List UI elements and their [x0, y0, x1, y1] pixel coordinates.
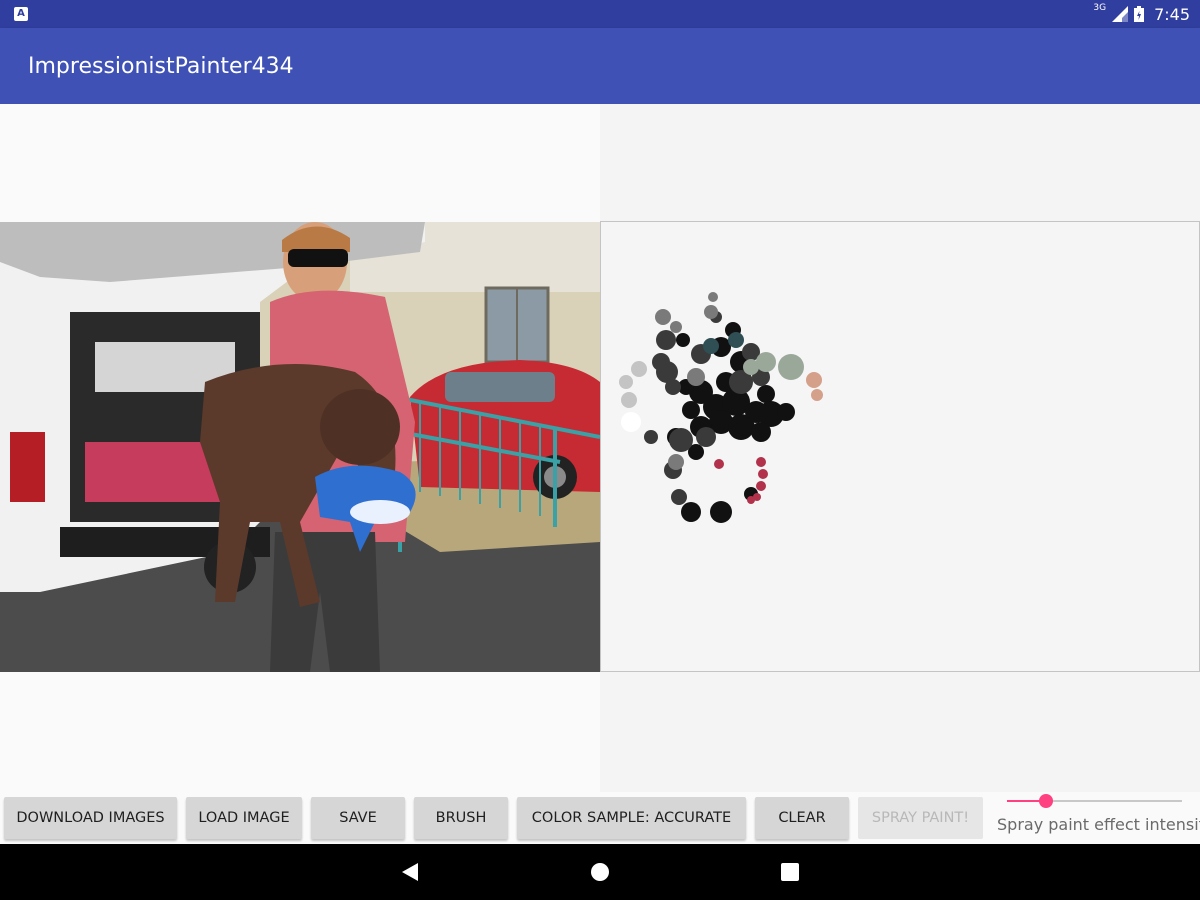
back-icon[interactable] [402, 863, 418, 881]
app-bar: ImpressionistPainter434 [0, 28, 1200, 104]
color-sample-button[interactable]: COLOR SAMPLE: ACCURATE [517, 797, 746, 839]
signal-icon [1112, 6, 1129, 22]
status-bar: A 3G 7:45 [0, 0, 1200, 28]
source-photo[interactable] [0, 222, 600, 672]
load-image-button[interactable]: LOAD IMAGE [186, 797, 302, 839]
spray-paint-button[interactable]: SPRAY PAINT! [858, 797, 983, 839]
network-type: 3G [1093, 3, 1107, 13]
recents-icon[interactable] [781, 863, 799, 881]
navigation-bar [0, 844, 1200, 900]
clear-button[interactable]: CLEAR [755, 797, 849, 839]
battery-icon [1134, 6, 1145, 22]
download-images-button[interactable]: DOWNLOAD IMAGES [4, 797, 177, 839]
app-title: ImpressionistPainter434 [28, 54, 294, 79]
save-button[interactable]: SAVE [311, 797, 405, 839]
source-pane [0, 104, 600, 792]
painting-pane [600, 104, 1200, 792]
brush-button[interactable]: BRUSH [414, 797, 508, 839]
slider-label: Spray paint effect intensity [997, 815, 1200, 834]
painting-strokes [619, 292, 823, 523]
status-indicators: 3G 7:45 [1093, 0, 1190, 28]
painting-canvas[interactable] [600, 221, 1200, 672]
app-notification-icon: A [14, 7, 28, 21]
status-clock: 7:45 [1154, 4, 1190, 24]
spray-intensity-slider[interactable] [1007, 794, 1182, 808]
slider-thumb[interactable] [1038, 794, 1053, 808]
main-content [0, 104, 1200, 792]
home-icon[interactable] [591, 863, 609, 881]
source-photo-image [0, 222, 600, 672]
